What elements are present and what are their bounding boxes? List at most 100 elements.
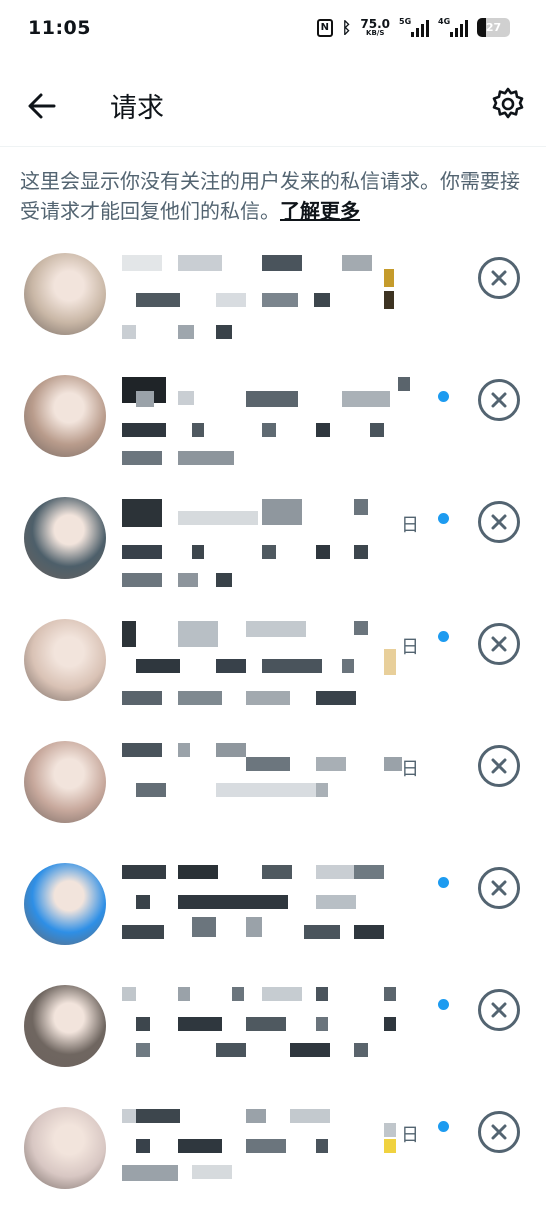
close-icon xyxy=(491,880,507,896)
redaction-block xyxy=(192,423,204,437)
request-row[interactable] xyxy=(0,359,546,481)
dismiss-request-button[interactable] xyxy=(478,501,520,543)
redaction-block xyxy=(136,1017,150,1031)
redaction-block xyxy=(178,895,288,909)
request-row[interactable]: 日 xyxy=(0,725,546,847)
redaction-block xyxy=(342,391,390,407)
redaction-block xyxy=(192,1165,232,1179)
close-icon xyxy=(491,1124,507,1140)
avatar[interactable] xyxy=(24,741,106,823)
dismiss-request-button[interactable] xyxy=(478,867,520,909)
redaction-block xyxy=(354,1043,368,1057)
avatar[interactable] xyxy=(24,985,106,1067)
dismiss-request-button[interactable] xyxy=(478,745,520,787)
redaction-block xyxy=(316,691,356,705)
redaction-block xyxy=(384,757,402,771)
unread-dot xyxy=(438,1121,449,1132)
request-row[interactable]: 日 xyxy=(0,1091,546,1213)
unread-dot xyxy=(438,391,449,402)
redaction-block xyxy=(136,659,180,673)
close-icon xyxy=(491,636,507,652)
close-icon xyxy=(491,514,507,530)
avatar[interactable] xyxy=(24,1107,106,1189)
dismiss-request-button[interactable] xyxy=(478,989,520,1031)
redaction-block xyxy=(354,865,384,879)
redaction-block xyxy=(178,255,222,271)
redaction-block xyxy=(136,895,150,909)
request-row[interactable]: 日 xyxy=(0,481,546,603)
redaction-block xyxy=(216,1043,246,1057)
redaction-block xyxy=(246,691,290,705)
redaction-block xyxy=(178,391,194,405)
redaction-block xyxy=(316,757,346,771)
request-row[interactable] xyxy=(0,969,546,1091)
redaction-block xyxy=(384,649,396,675)
redaction-block xyxy=(262,545,276,559)
redaction-block xyxy=(262,293,298,307)
message-preview-redacted xyxy=(122,987,422,1077)
request-row[interactable] xyxy=(0,847,546,969)
redaction-block xyxy=(136,1109,180,1123)
redaction-block xyxy=(122,865,166,879)
redaction-block xyxy=(262,255,302,271)
request-row[interactable]: 日 xyxy=(0,603,546,725)
redaction-block xyxy=(136,293,180,307)
redaction-block xyxy=(354,499,368,515)
avatar[interactable] xyxy=(24,253,106,335)
unread-dot xyxy=(438,631,449,642)
bluetooth-icon: ᛒ xyxy=(341,18,352,37)
redaction-block xyxy=(316,423,330,437)
dismiss-request-button[interactable] xyxy=(478,1111,520,1153)
redaction-block xyxy=(178,1139,222,1153)
redaction-block xyxy=(262,499,302,525)
learn-more-link[interactable]: 了解更多 xyxy=(280,199,360,223)
avatar[interactable] xyxy=(24,863,106,945)
redaction-block xyxy=(122,691,162,705)
message-preview-redacted xyxy=(122,377,422,467)
redaction-block xyxy=(136,391,154,407)
redaction-block xyxy=(122,743,162,757)
redaction-block xyxy=(316,545,330,559)
arrow-left-icon xyxy=(28,93,56,119)
avatar[interactable] xyxy=(24,619,106,701)
redaction-block xyxy=(216,293,246,307)
back-button[interactable] xyxy=(22,86,62,126)
sim2-label: 4G xyxy=(438,16,451,26)
message-preview-redacted xyxy=(122,621,422,711)
redaction-block xyxy=(178,865,218,879)
gear-icon xyxy=(492,87,524,119)
dismiss-request-button[interactable] xyxy=(478,379,520,421)
avatar[interactable] xyxy=(24,497,106,579)
page-title: 请求 xyxy=(110,93,164,124)
redaction-block xyxy=(122,621,136,647)
redaction-block xyxy=(342,659,354,673)
request-list: 日日日日 xyxy=(0,237,546,1213)
unread-dot xyxy=(438,999,449,1010)
redaction-block xyxy=(316,865,356,879)
message-preview-redacted xyxy=(122,1109,422,1199)
avatar[interactable] xyxy=(24,375,106,457)
info-text: 这里会显示你没有关注的用户发来的私信请求。你需要接受请求才能回复他们的私信。了解… xyxy=(20,166,530,226)
dismiss-request-button[interactable] xyxy=(478,257,520,299)
redaction-block xyxy=(136,1043,150,1057)
redaction-block xyxy=(178,511,258,525)
redaction-block xyxy=(354,925,384,939)
redaction-block xyxy=(384,269,394,287)
dismiss-request-button[interactable] xyxy=(478,623,520,665)
redaction-block xyxy=(122,325,136,339)
redaction-block xyxy=(290,1043,330,1057)
redaction-block xyxy=(178,451,234,465)
message-preview-redacted xyxy=(122,255,422,345)
redaction-block xyxy=(216,573,232,587)
redaction-block xyxy=(316,783,328,797)
redaction-block xyxy=(398,377,410,391)
settings-button[interactable] xyxy=(488,84,528,124)
redaction-block xyxy=(384,291,394,309)
request-row[interactable] xyxy=(0,237,546,359)
redaction-block xyxy=(178,987,190,1001)
redaction-block xyxy=(384,1017,396,1031)
redaction-block xyxy=(354,621,368,635)
redaction-block xyxy=(316,1139,328,1153)
redaction-block xyxy=(290,1109,330,1123)
signal-icon: 4G xyxy=(438,16,468,37)
